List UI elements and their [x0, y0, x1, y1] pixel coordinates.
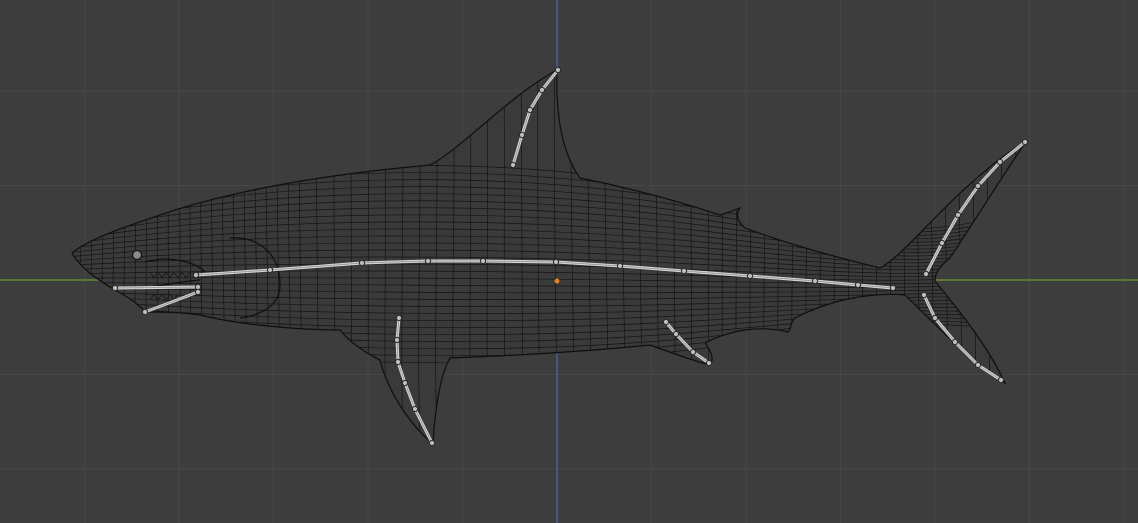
wire-edge: [847, 70, 851, 443]
bone-joint[interactable]: [266, 266, 274, 274]
bone-joint[interactable]: [996, 158, 1004, 166]
bone-joint[interactable]: [552, 258, 560, 266]
bone-joint[interactable]: [194, 288, 202, 296]
bone-joint[interactable]: [931, 314, 939, 322]
bone-joint[interactable]: [428, 439, 436, 447]
bone-joint[interactable]: [746, 272, 754, 280]
bone-joint[interactable]: [509, 161, 517, 169]
bone-joint[interactable]: [192, 271, 200, 279]
bone-joint[interactable]: [616, 262, 624, 270]
bone-joint[interactable]: [662, 318, 670, 326]
bone-joint[interactable]: [194, 283, 202, 291]
bone-joint[interactable]: [358, 259, 366, 267]
bone-joint[interactable]: [395, 314, 403, 322]
wire-edge: [1015, 70, 1019, 443]
shark-eye: [131, 249, 143, 261]
bone-joint[interactable]: [424, 257, 432, 265]
wire-edge: [889, 70, 893, 443]
bone-joint[interactable]: [672, 330, 680, 338]
shark-mesh[interactable]: [60, 40, 1040, 470]
bone-joint[interactable]: [554, 66, 562, 74]
bone-joint[interactable]: [479, 257, 487, 265]
bone-joint[interactable]: [997, 376, 1005, 384]
bone-joint[interactable]: [394, 358, 402, 366]
wire-edge: [986, 70, 991, 443]
bone-joint[interactable]: [811, 277, 819, 285]
bone-joint[interactable]: [111, 284, 119, 292]
bone-joint[interactable]: [141, 308, 149, 316]
wire-edge: [1030, 40, 1032, 470]
bone-joint[interactable]: [954, 211, 962, 219]
bone-joint[interactable]: [951, 338, 959, 346]
bone-joint[interactable]: [411, 405, 419, 413]
wire-edge: [861, 70, 865, 443]
bone-joint[interactable]: [1021, 138, 1029, 146]
bone-joint[interactable]: [974, 182, 982, 190]
wire-edge: [833, 70, 837, 443]
3d-viewport[interactable]: [0, 0, 1138, 523]
bone-joint[interactable]: [938, 239, 946, 247]
viewport-canvas[interactable]: [0, 0, 1138, 523]
object-origin[interactable]: [554, 278, 560, 284]
bone-joint[interactable]: [680, 267, 688, 275]
bone-joint[interactable]: [854, 281, 862, 289]
bone-joint[interactable]: [705, 359, 713, 367]
bone-joint[interactable]: [974, 361, 982, 369]
bone-joint[interactable]: [889, 284, 897, 292]
wire-edge: [958, 70, 963, 443]
bone-joint[interactable]: [401, 379, 409, 387]
wire-edge: [1000, 70, 1005, 443]
shark-body[interactable]: [71, 68, 1028, 445]
wire-edge: [875, 70, 879, 443]
bone-joint[interactable]: [393, 336, 401, 344]
bone-joint[interactable]: [518, 131, 526, 139]
wire-edge: [972, 70, 977, 443]
bone-joint[interactable]: [526, 106, 534, 114]
bone-joint[interactable]: [920, 291, 928, 299]
bone-joint[interactable]: [922, 270, 930, 278]
bone-joint[interactable]: [538, 86, 546, 94]
bone-joint[interactable]: [689, 348, 697, 356]
